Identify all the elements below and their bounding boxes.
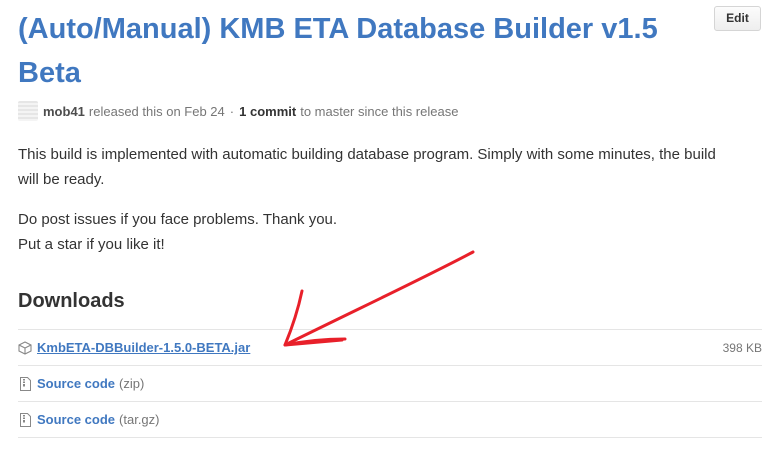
- download-ext: (zip): [119, 376, 145, 391]
- download-size: 398 KB: [722, 340, 762, 355]
- avatar[interactable]: [18, 101, 38, 121]
- description-line: Put a star if you like it!: [18, 236, 165, 253]
- download-row-targz: Source code (tar.gz): [18, 402, 762, 438]
- commits-suffix: to master since this release: [300, 103, 459, 119]
- author-link[interactable]: mob41: [43, 104, 85, 119]
- download-link-source-zip[interactable]: Source code: [37, 376, 115, 391]
- downloads-list: KmbETA-DBBuilder-1.5.0-BETA.jar 398 KB S…: [18, 329, 762, 438]
- release-title[interactable]: (Auto/Manual) KMB ETA Database Builder v…: [18, 7, 708, 95]
- meta-separator: ·: [229, 103, 235, 119]
- download-link-jar[interactable]: KmbETA-DBBuilder-1.5.0-BETA.jar: [37, 340, 250, 355]
- released-text: released this on Feb 24: [88, 103, 225, 119]
- package-icon: [18, 340, 32, 356]
- file-zip-icon: [18, 412, 32, 428]
- file-zip-icon: [18, 376, 32, 392]
- download-row-jar: KmbETA-DBBuilder-1.5.0-BETA.jar 398 KB: [18, 330, 762, 366]
- description-paragraph-1: This build is implemented with automatic…: [18, 146, 716, 188]
- release-meta: mob41 released this on Feb 24 · 1 commit…: [18, 101, 458, 121]
- download-ext: (tar.gz): [119, 412, 160, 427]
- edit-button[interactable]: Edit: [714, 6, 761, 31]
- commits-link[interactable]: 1 commit: [239, 104, 296, 119]
- downloads-heading: Downloads: [18, 290, 125, 312]
- download-row-zip: Source code (zip): [18, 366, 762, 402]
- download-link-source-targz[interactable]: Source code: [37, 412, 115, 427]
- description-paragraph-2: Do post issues if you face problems. Tha…: [18, 207, 337, 257]
- description-line: Do post issues if you face problems. Tha…: [18, 211, 338, 228]
